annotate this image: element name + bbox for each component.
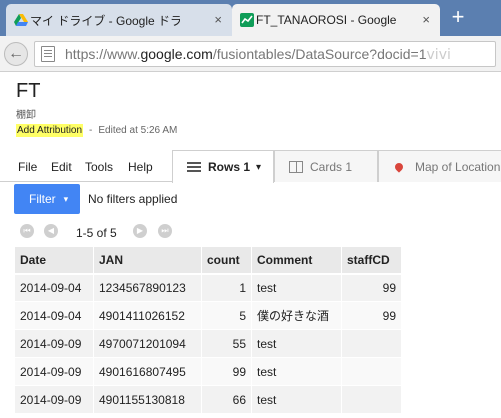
tab-rows[interactable]: Rows 1 ▾ [172,150,274,183]
data-table: Date JAN count Comment staffCD 2014-09-0… [14,246,402,414]
browser-toolbar: ← https://www.google.com/fusiontables/Da… [0,36,501,72]
chevron-down-icon: ▾ [63,193,69,204]
table-row[interactable]: 2014-09-04 1234567890123 1 test 99 [14,273,402,302]
separator: - [89,125,93,136]
column-header-comment[interactable]: Comment [251,246,342,275]
tab-google-drive[interactable]: マイ ドライブ - Google ドライブ × [6,4,232,36]
cell-comment[interactable]: test [251,273,342,302]
tab-title: マイ ドライブ - Google ドライブ [30,13,180,28]
tab-title: FT_TANAOROSI - Google [256,13,397,27]
rows-icon [187,162,201,172]
column-header-jan[interactable]: JAN [93,246,202,275]
page-icon [41,46,55,62]
cell-count[interactable]: 66 [201,385,252,414]
cell-date[interactable]: 2014-09-09 [14,385,94,414]
column-header-count[interactable]: count [201,246,252,275]
cell-staffcd[interactable]: 99 [341,301,402,330]
attribution-row: Add Attribution - Edited at 5:26 AM [16,124,177,137]
address-bar[interactable]: https://www.google.com/fusiontables/Data… [34,41,496,67]
menu-help[interactable]: Help [128,160,153,174]
cell-staffcd[interactable] [341,385,402,414]
column-header-date[interactable]: Date [14,246,94,275]
url-text: https://www.google.com/fusiontables/Data… [65,45,451,62]
tab-fusion-tables[interactable]: FT_TANAOROSI - Google × [232,4,440,36]
tab-cards[interactable]: Cards 1 [274,150,378,182]
cell-date[interactable]: 2014-09-09 [14,357,94,386]
cell-comment[interactable]: 僕の好きな酒 [251,301,342,330]
first-page-icon[interactable]: ⏮ [20,224,34,238]
close-icon[interactable]: × [422,13,430,27]
browser-tabstrip: マイ ドライブ - Google ドライブ × FT_TANAOROSI - G… [0,0,501,36]
filter-bar: Filter ▾ No filters applied [0,182,501,216]
cell-comment[interactable]: test [251,357,342,386]
menu-tools[interactable]: Tools [85,160,113,174]
table-header-row: Date JAN count Comment staffCD [14,246,402,275]
close-icon[interactable]: × [214,13,222,27]
filter-button-label: Filter [29,192,56,206]
cell-count[interactable]: 5 [201,301,252,330]
menu-file[interactable]: File [18,160,37,174]
page-title: FT [16,80,41,102]
chevron-down-icon[interactable]: ▾ [256,162,261,173]
table-row[interactable]: 2014-09-09 4970071201094 55 test [14,329,402,358]
last-page-icon[interactable]: ⏭ [158,224,172,238]
cell-jan[interactable]: 4901616807495 [93,357,202,386]
cards-icon [289,160,303,173]
next-page-icon[interactable]: ▶ [133,224,147,238]
cell-count[interactable]: 55 [201,329,252,358]
cell-staffcd[interactable] [341,329,402,358]
cell-comment[interactable]: test [251,385,342,414]
edited-timestamp: Edited at 5:26 AM [98,125,178,136]
filter-button[interactable]: Filter ▾ [14,184,80,214]
tab-cards-label: Cards 1 [310,159,353,174]
menu-edit[interactable]: Edit [51,160,72,174]
cell-count[interactable]: 99 [201,357,252,386]
tab-rows-label: Rows 1 [208,160,251,174]
table-row[interactable]: 2014-09-09 4901155130818 66 test [14,385,402,414]
table-row[interactable]: 2014-09-04 4901411026152 5 僕の好きな酒 99 [14,301,402,330]
pager: ⏮ ◀ 1-5 of 5 ▶ ⏭ [0,220,501,244]
add-attribution-link[interactable]: Add Attribution [16,124,84,137]
fusion-tables-icon [240,13,254,27]
cell-staffcd[interactable]: 99 [341,273,402,302]
cell-date[interactable]: 2014-09-04 [14,273,94,302]
cell-jan[interactable]: 4901155130818 [93,385,202,414]
page-subtitle: 棚卸 [16,110,36,121]
pager-text: 1-5 of 5 [76,226,117,240]
table-row[interactable]: 2014-09-09 4901616807495 99 test [14,357,402,386]
new-tab-button[interactable]: + [446,6,470,30]
cell-jan[interactable]: 4901411026152 [93,301,202,330]
cell-count[interactable]: 1 [201,273,252,302]
cell-jan[interactable]: 4970071201094 [93,329,202,358]
cell-jan[interactable]: 1234567890123 [93,273,202,302]
tab-map[interactable]: Map of Location [378,150,501,182]
filter-status: No filters applied [88,192,178,206]
cell-comment[interactable]: test [251,329,342,358]
tab-map-label: Map of Location [415,159,501,174]
cell-date[interactable]: 2014-09-09 [14,329,94,358]
menu-bar: File Edit Tools Help Rows 1 ▾ Cards 1 Ma… [0,150,501,183]
map-pin-icon [393,160,405,173]
back-button[interactable]: ← [4,42,28,66]
google-drive-icon [14,14,28,26]
cell-staffcd[interactable] [341,357,402,386]
column-header-staffcd[interactable]: staffCD [341,246,402,275]
previous-page-icon[interactable]: ◀ [44,224,58,238]
cell-date[interactable]: 2014-09-04 [14,301,94,330]
